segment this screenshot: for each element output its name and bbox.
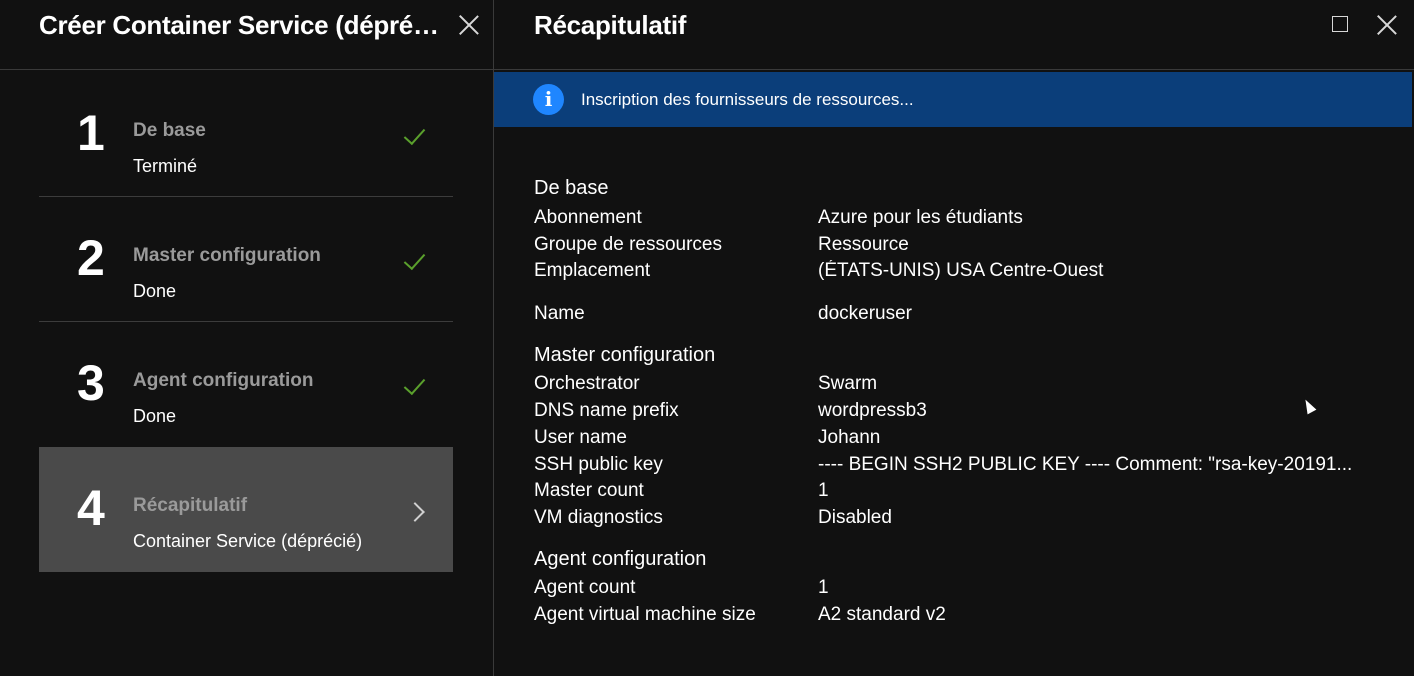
summary-value: Azure pour les étudiants — [818, 207, 1023, 228]
blade-title: Récapitulatif — [534, 10, 687, 40]
checkmark-icon — [403, 122, 426, 146]
step-master-configuration[interactable]: 2 Master configuration Done — [39, 197, 453, 322]
chevron-right-icon — [405, 502, 425, 522]
summary-label: Orchestrator — [534, 373, 640, 394]
section-title-agent: Agent configuration — [534, 548, 707, 570]
create-container-service-blade: Créer Container Service (déprécié) 1 De … — [0, 0, 493, 676]
summary-label: User name — [534, 427, 627, 448]
step-summary[interactable]: 4 Récapitulatif Container Service (dépré… — [39, 447, 453, 572]
summary-blade: Récapitulatif i Inscription des fourniss… — [494, 0, 1414, 676]
step-agent-configuration[interactable]: 3 Agent configuration Done — [39, 322, 453, 447]
step-status: Done — [133, 281, 177, 301]
summary-label: Agent virtual machine size — [534, 604, 756, 625]
summary-value: (ÉTATS-UNIS) USA Centre-Ouest — [818, 260, 1104, 281]
summary-label: VM diagnostics — [534, 507, 663, 528]
summary-value: Ressource — [818, 234, 909, 255]
summary-label: Agent count — [534, 577, 636, 598]
summary-label: DNS name prefix — [534, 400, 679, 421]
summary-label: SSH public key — [534, 454, 663, 475]
summary-label: Groupe de ressources — [534, 234, 722, 255]
step-title: De base — [133, 120, 206, 141]
summary-value: A2 standard v2 — [818, 604, 946, 625]
section-title-master: Master configuration — [534, 344, 716, 366]
blade-header: Créer Container Service (déprécié) — [0, 0, 493, 70]
step-basics[interactable]: 1 De base Terminé — [39, 72, 453, 197]
summary-label: Master count — [534, 480, 644, 501]
step-number: 1 — [77, 105, 105, 161]
blade-title: Créer Container Service (déprécié) — [39, 10, 441, 40]
close-icon[interactable] — [458, 14, 480, 36]
summary-value: wordpressb3 — [818, 400, 927, 421]
maximize-icon[interactable] — [1332, 16, 1348, 32]
checkmark-icon — [403, 372, 426, 396]
summary-value: ---- BEGIN SSH2 PUBLIC KEY ---- Comment:… — [818, 454, 1353, 475]
step-number: 3 — [77, 355, 105, 411]
step-title: Master configuration — [133, 245, 321, 266]
step-number: 4 — [77, 480, 105, 536]
step-status: Container Service (déprécié) — [133, 531, 363, 551]
close-icon[interactable] — [1376, 14, 1398, 36]
info-notification-bar: i Inscription des fournisseurs de ressou… — [494, 72, 1412, 127]
summary-value: dockeruser — [818, 303, 912, 324]
summary-value: Johann — [818, 427, 881, 448]
section-title-basics: De base — [534, 177, 609, 199]
summary-label: Abonnement — [534, 207, 642, 228]
summary-value: Swarm — [818, 373, 878, 394]
step-title: Agent configuration — [133, 370, 314, 391]
summary-value: Disabled — [818, 507, 892, 528]
step-number: 2 — [77, 230, 105, 286]
summary-value: 1 — [818, 480, 829, 501]
summary-label: Emplacement — [534, 260, 651, 281]
summary-label: Name — [534, 303, 585, 324]
step-status: Done — [133, 406, 177, 426]
step-title: Récapitulatif — [133, 495, 248, 516]
checkmark-icon — [403, 247, 426, 271]
info-message: Inscription des fournisseurs de ressourc… — [581, 90, 914, 109]
summary-value: 1 — [818, 577, 829, 598]
blade-header: Récapitulatif — [494, 0, 1414, 70]
step-status: Terminé — [133, 156, 198, 176]
info-icon: i — [533, 84, 564, 115]
